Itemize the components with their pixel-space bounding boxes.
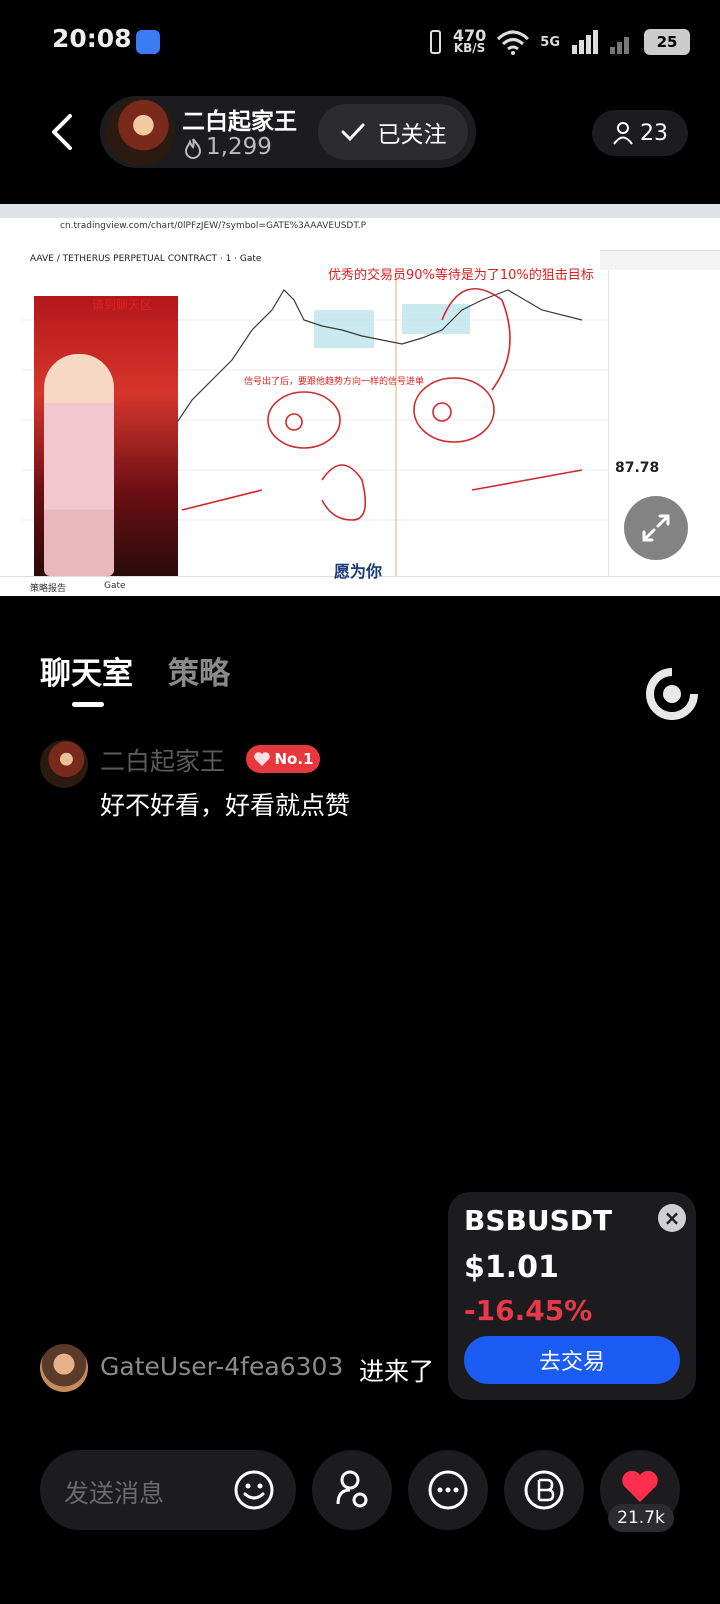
video-caption: 愿为你: [334, 562, 383, 581]
net-speed: 470 KB/S: [453, 28, 486, 55]
status-bar: 20:08 470 KB/S 5G 25: [0, 0, 720, 84]
symbol-text: AAVE / TETHERUS PERPETUAL CONTRACT · 1 ·…: [30, 254, 262, 264]
join-suffix: 进来了: [359, 1357, 435, 1386]
user-link-icon: [336, 1470, 368, 1508]
follow-label: 已关注: [377, 122, 447, 148]
ticker-price: $1.01: [464, 1250, 559, 1285]
app-notification-icon: [136, 30, 160, 54]
taskbar-item: 策略报告: [30, 584, 67, 594]
drawing-tools: [0, 270, 23, 576]
follow-button[interactable]: 已关注: [318, 104, 468, 160]
like-count: 21.7k: [608, 1504, 674, 1532]
guest-link-button[interactable]: [312, 1450, 392, 1530]
annotation-mid: 信号出了后，要跟他趋势方向一样的信号进单: [244, 377, 425, 387]
bookmarks-bar: [0, 236, 720, 251]
signal-icon-2: [610, 37, 629, 54]
last-price: 87.78: [615, 460, 660, 476]
message-text: 好不好看，好看就点赞: [100, 791, 351, 820]
host-popularity: 1,299: [206, 134, 272, 160]
clock: 20:08: [52, 24, 132, 53]
rank-badge-label: No.1: [274, 750, 314, 768]
avatar[interactable]: [40, 1344, 88, 1392]
browser-tab-bar: [0, 204, 720, 218]
coin-button[interactable]: [504, 1450, 584, 1530]
tab-chat-room[interactable]: 聊天室: [40, 648, 133, 693]
host-name: 二白起家王: [182, 109, 297, 135]
more-icon: [428, 1470, 468, 1510]
network-type: 5G: [540, 34, 560, 50]
ticker-symbol: BSBUSDT: [464, 1204, 613, 1237]
host-avatar[interactable]: [106, 98, 174, 166]
viewer-count: 23: [640, 120, 668, 146]
person-icon: [613, 122, 633, 145]
viewer-count-button[interactable]: 23: [592, 110, 688, 156]
wifi-icon: [497, 30, 530, 55]
refresh-icon[interactable]: [644, 666, 700, 722]
avatar[interactable]: [40, 740, 88, 788]
join-user-name: GateUser-4fea6303: [100, 1352, 344, 1381]
battery-indicator: 25: [644, 29, 690, 55]
more-button[interactable]: [408, 1450, 488, 1530]
emoji-icon[interactable]: [232, 1468, 276, 1512]
annotation-top: 优秀的交易员90%等待是为了10%的狙击目标: [328, 268, 594, 283]
expand-icon: [642, 514, 670, 542]
signal-icon: [572, 30, 598, 54]
net-speed-unit: KB/S: [453, 41, 486, 55]
message-input-placeholder: 发送消息: [64, 1479, 165, 1508]
url-text: cn.tradingview.com/chart/0lPFzJEW/?symbo…: [60, 221, 367, 231]
heart-icon: [253, 752, 270, 766]
live-video[interactable]: cn.tradingview.com/chart/0lPFzJEW/?symbo…: [0, 204, 720, 596]
streamer-figure: [44, 354, 114, 576]
status-icons: 470 KB/S 5G 25: [427, 22, 690, 62]
annotation-room: 请到聊天区: [92, 298, 153, 312]
message-author: 二白起家王: [100, 747, 226, 776]
back-arrow-icon[interactable]: [44, 112, 80, 152]
tab-strategy[interactable]: 策略: [168, 648, 230, 693]
flame-icon: [184, 138, 202, 159]
taskbar-item: Gate: [104, 581, 126, 591]
active-tab-indicator: [72, 702, 104, 707]
trade-button[interactable]: 去交易: [464, 1336, 680, 1384]
browser-address-bar: cn.tradingview.com/chart/0lPFzJEW/?symbo…: [0, 218, 720, 237]
check-icon: [341, 123, 364, 142]
ticker-change: -16.45%: [464, 1294, 593, 1327]
fullscreen-button[interactable]: [624, 496, 688, 560]
vibrate-icon: [429, 30, 441, 54]
rank-badge: No.1: [246, 745, 320, 773]
close-icon[interactable]: ×: [658, 1204, 686, 1232]
b-coin-icon: [524, 1470, 564, 1510]
